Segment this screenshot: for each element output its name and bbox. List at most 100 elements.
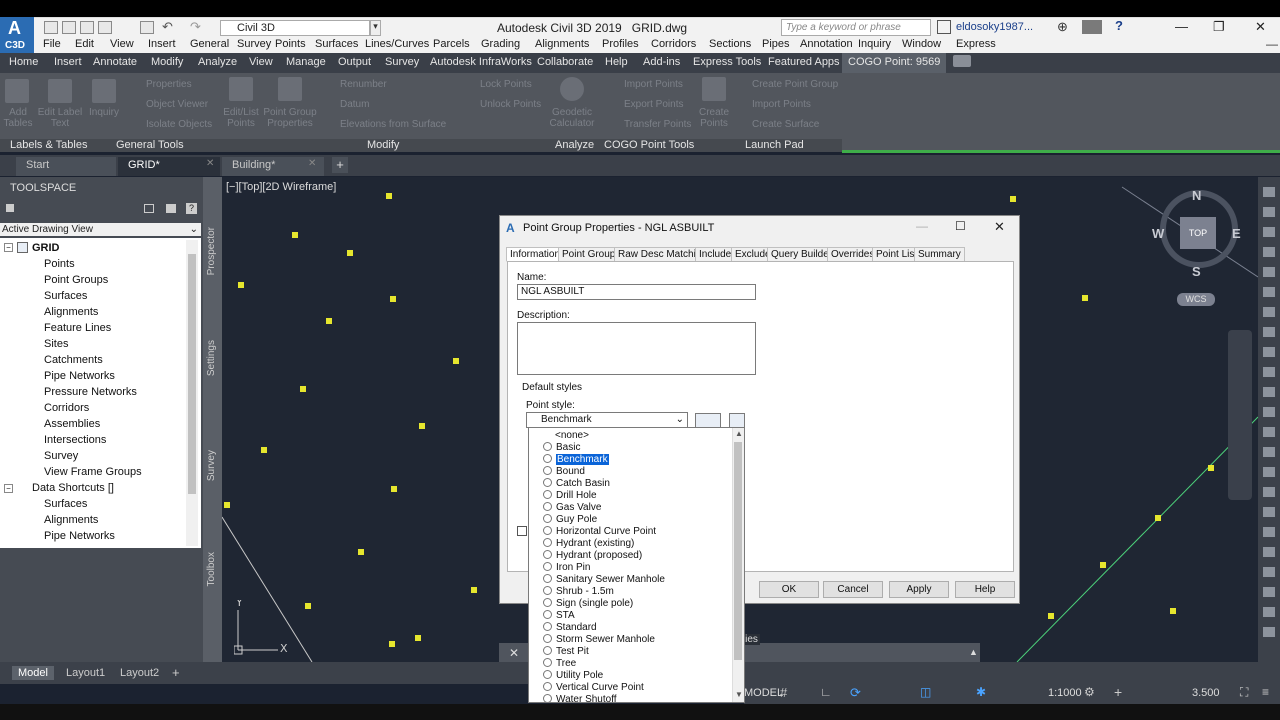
save-icon[interactable] xyxy=(80,21,94,34)
close-window-icon[interactable]: ✕ xyxy=(1255,19,1266,35)
tree-item-view-frame-groups[interactable]: View Frame Groups xyxy=(44,466,142,478)
style-preview-icon[interactable] xyxy=(729,413,745,428)
minimize-icon[interactable]: — xyxy=(916,219,928,233)
help-icon[interactable]: ? xyxy=(1115,18,1123,33)
menu-parcels[interactable]: Parcels xyxy=(433,38,470,50)
cogo-point[interactable] xyxy=(391,486,397,492)
viewcube-top[interactable]: TOP xyxy=(1180,217,1216,249)
renumber-button[interactable]: Renumber xyxy=(324,79,424,90)
collapse-icon[interactable]: − xyxy=(4,484,13,493)
doc-tab-start[interactable]: Start xyxy=(16,157,116,176)
menu-annotation[interactable]: Annotation xyxy=(800,38,853,50)
qat-more-icon[interactable]: ▾ xyxy=(370,20,381,36)
tree-shortcut-surfaces[interactable]: Surfaces xyxy=(44,498,87,510)
edit-label-text-button[interactable]: Edit Label Text xyxy=(36,107,84,129)
annotation-icon[interactable]: ✱ xyxy=(976,685,986,699)
tree-item-points[interactable]: Points xyxy=(44,258,75,270)
close-icon[interactable]: ✕ xyxy=(994,219,1005,235)
dropdown-option[interactable]: Water Shutoff xyxy=(543,694,617,702)
isolate-objects-button[interactable]: Isolate Objects xyxy=(130,119,220,130)
dropdown-option[interactable]: Tree xyxy=(543,658,576,669)
add-layout-icon[interactable]: + xyxy=(172,665,180,680)
minimize-icon[interactable]: — xyxy=(1175,19,1188,34)
dropdown-scroll-thumb[interactable] xyxy=(734,442,742,660)
tree-scrollbar[interactable] xyxy=(186,240,198,546)
tree-item-corridors[interactable]: Corridors xyxy=(44,402,89,414)
search-input[interactable]: Type a keyword or phrase xyxy=(781,19,931,36)
tree-root-grid[interactable]: GRID xyxy=(32,242,60,254)
checkbox[interactable] xyxy=(517,526,527,536)
cogo-point[interactable] xyxy=(292,232,298,238)
cogo-point[interactable] xyxy=(300,386,306,392)
menu-insert[interactable]: Insert xyxy=(148,38,176,50)
dropdown-option[interactable]: Shrub - 1.5m xyxy=(543,586,614,597)
gear-icon[interactable]: ⚙ xyxy=(1084,685,1095,699)
menu-file[interactable]: File xyxy=(43,38,61,50)
dropdown-option[interactable]: Hydrant (proposed) xyxy=(543,550,642,561)
compass-north[interactable]: N xyxy=(1192,188,1201,203)
tree-item-catchments[interactable]: Catchments xyxy=(44,354,103,366)
tree-item-pipe-networks[interactable]: Pipe Networks xyxy=(44,370,115,382)
doc-tab-grid[interactable]: GRID* xyxy=(118,157,220,176)
menu-inquiry[interactable]: Inquiry xyxy=(858,38,891,50)
redo-icon[interactable]: ↷ xyxy=(190,19,201,35)
tab-home[interactable]: Home xyxy=(9,56,38,68)
menu-alignments[interactable]: Alignments xyxy=(535,38,589,50)
dropdown-option-selected[interactable]: Benchmark xyxy=(543,454,609,465)
cogo-point[interactable] xyxy=(386,193,392,199)
tool-icons[interactable] xyxy=(1258,177,1280,662)
scroll-up-icon[interactable]: ▲ xyxy=(735,429,743,438)
cogo-point[interactable] xyxy=(389,641,395,647)
cogo-point[interactable] xyxy=(1155,515,1161,521)
point-style-dropdown[interactable]: <none> Basic Benchmark Bound Catch Basin… xyxy=(528,427,745,703)
tab-analyze[interactable]: Analyze xyxy=(198,56,237,68)
dropdown-option[interactable]: Sign (single pole) xyxy=(543,598,633,609)
menu-pipes[interactable]: Pipes xyxy=(762,38,790,50)
menu-profiles[interactable]: Profiles xyxy=(602,38,639,50)
grid-icon[interactable]: # xyxy=(780,685,787,700)
toolspace-menu-icon[interactable] xyxy=(6,204,14,212)
plus-icon[interactable]: + xyxy=(1114,684,1122,700)
dropdown-option[interactable]: Horizontal Curve Point xyxy=(543,526,656,537)
tab-output[interactable]: Output xyxy=(338,56,371,68)
panel-launch-pad[interactable]: Launch Pad xyxy=(745,139,804,151)
tab-help[interactable]: Help xyxy=(605,56,628,68)
binoculars-icon[interactable] xyxy=(937,20,951,34)
panel-labels-tables[interactable]: Labels & Tables xyxy=(10,139,87,151)
scroll-down-icon[interactable]: ▼ xyxy=(735,690,743,699)
saveas-icon[interactable] xyxy=(98,21,112,34)
tree-scroll-thumb[interactable] xyxy=(188,254,196,494)
wcs-menu[interactable]: WCS xyxy=(1177,293,1215,306)
style-edit-icon[interactable] xyxy=(695,413,721,428)
panel-general-tools[interactable]: General Tools xyxy=(116,139,184,151)
apply-button[interactable]: Apply xyxy=(889,581,949,598)
menu-general[interactable]: General xyxy=(190,38,229,50)
panel-cogo-point-tools[interactable]: COGO Point Tools xyxy=(604,139,694,151)
restore-icon[interactable]: ❐ xyxy=(1213,19,1225,35)
close-cmd-icon[interactable]: ✕ xyxy=(509,646,519,660)
cogo-point[interactable] xyxy=(1170,608,1176,614)
dropdown-option[interactable]: Iron Pin xyxy=(543,562,590,573)
elevation-value[interactable]: 3.500 xyxy=(1192,687,1220,699)
tree-item-point-groups[interactable]: Point Groups xyxy=(44,274,108,286)
tab-query-builder[interactable]: Query Builder xyxy=(767,247,837,262)
panel-analyze[interactable]: Analyze xyxy=(555,139,594,151)
cogo-point[interactable] xyxy=(347,250,353,256)
help-button[interactable]: Help xyxy=(955,581,1015,598)
new-icon[interactable] xyxy=(44,21,58,34)
cogo-point[interactable] xyxy=(390,296,396,302)
dropdown-option[interactable]: STA xyxy=(543,610,575,621)
annotation-scale[interactable]: 1:1000 xyxy=(1048,687,1082,699)
tab-information[interactable]: Information xyxy=(506,247,565,262)
cogo-point[interactable] xyxy=(1048,613,1054,619)
dropdown-option[interactable]: Vertical Curve Point xyxy=(543,682,644,693)
cogo-point[interactable] xyxy=(471,587,477,593)
open-icon[interactable] xyxy=(62,21,76,34)
object-viewer-button[interactable]: Object Viewer xyxy=(130,99,220,110)
create-point-group-button[interactable]: Create Point Group xyxy=(736,79,840,90)
navigation-bar[interactable] xyxy=(1228,330,1252,500)
ribbon-options-icon[interactable] xyxy=(953,55,971,67)
create-surface-button[interactable]: Create Surface xyxy=(736,119,836,130)
fullscreen-icon[interactable]: ⛶ xyxy=(1240,685,1248,700)
toolspace-list-icon[interactable] xyxy=(166,204,176,213)
